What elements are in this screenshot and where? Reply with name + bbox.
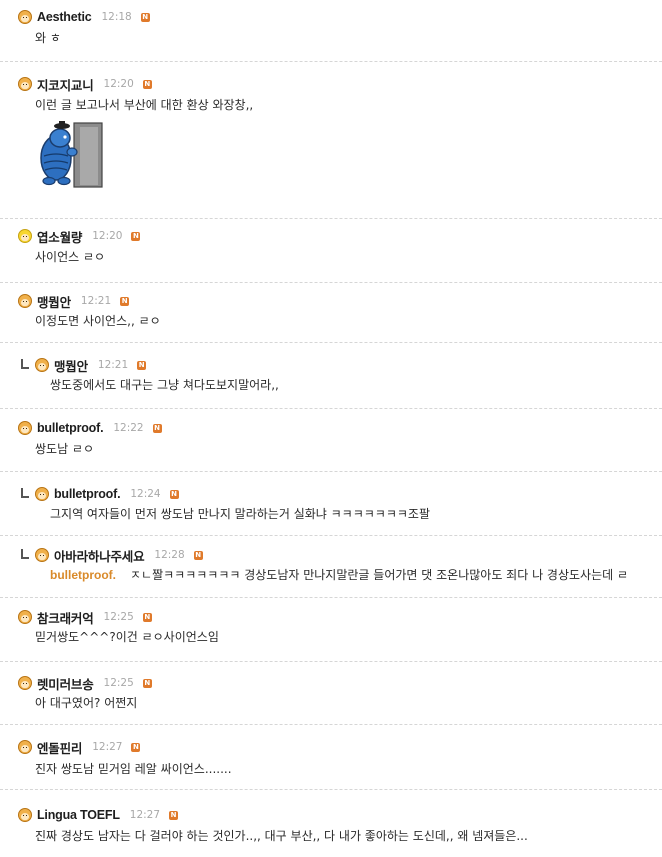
comment-item: 엽소월량 12:20 N 사이언스 ㄹㅇ (0, 219, 662, 283)
comment-nickname[interactable]: Aesthetic (37, 10, 92, 24)
avatar[interactable] (35, 487, 49, 501)
comment-text: ㅈㄴ짤ㅋㅋㅋㅋㅋㅋㅋ 경상도남자 만나지말란글 들어가면 댓 조온나많아도 죄다… (130, 568, 629, 582)
avatar[interactable] (18, 676, 32, 690)
comment-time: 12:24 (130, 488, 161, 500)
new-badge-icon: N (193, 550, 203, 560)
comment-time: 12:25 (103, 611, 134, 623)
comment-time: 12:28 (154, 549, 185, 561)
comment-text: 진짜 경상도 남자는 다 걸러야 하는 것인가..,, 대구 부산,, 다 내가… (35, 829, 528, 843)
new-badge-icon: N (142, 79, 152, 89)
avatar[interactable] (18, 740, 32, 754)
comment-nickname[interactable]: 참크래커억 (37, 608, 94, 627)
comment-item: 맹뭡안 12:21 N 이정도면 사이언스,, ㄹㅇ (0, 283, 662, 343)
avatar[interactable] (18, 421, 32, 435)
avatar[interactable] (18, 294, 32, 308)
avatar[interactable] (18, 610, 32, 624)
comment-nickname[interactable]: 아바라하나주세요 (54, 546, 145, 565)
comment-nickname[interactable]: Lingua TOEFL (37, 808, 120, 822)
avatar[interactable] (35, 358, 49, 372)
comment-text: 이정도면 사이언스,, ㄹㅇ (35, 314, 161, 328)
comment-time: 12:27 (129, 809, 161, 821)
comment-text: 그지역 여자들이 먼저 쌍도남 만나지 말라하는거 실화냐 ㅋㅋㅋㅋㅋㅋㅋ조팔 (50, 507, 430, 521)
comment-time: 12:20 (92, 230, 123, 242)
comment-item: 엔돌핀리 12:27 N 진자 쌍도남 믿거임 레알 싸이언스....... (0, 725, 662, 790)
reply-item: bulletproof. 12:24 N 그지역 여자들이 먼저 쌍도남 만나지… (0, 472, 662, 536)
new-badge-icon: N (131, 231, 141, 241)
comment-item: 지코지교니 12:20 N 이런 글 보고나서 부산에 대한 환상 와장창,, (0, 62, 662, 219)
comment-nickname[interactable]: 맹뭡안 (37, 292, 71, 311)
comment-nickname[interactable]: 맹뭡안 (54, 356, 88, 375)
comment-text: 진자 쌍도남 믿거임 레알 싸이언스....... (35, 762, 232, 776)
comment-time: 12:20 (103, 78, 134, 90)
comment-item: bulletproof. 12:22 N 쌍도남 ㄹㅇ (0, 409, 662, 472)
avatar[interactable] (18, 10, 32, 24)
comment-nickname[interactable]: bulletproof. (54, 487, 121, 501)
new-badge-icon: N (169, 489, 179, 499)
avatar[interactable] (35, 548, 49, 562)
comment-text: 쌍도중에서도 대구는 그냥 쳐다도보지말어라,, (50, 378, 279, 392)
comment-text: 이런 글 보고나서 부산에 대한 환상 와장창,, (35, 98, 254, 112)
reply-arrow-icon (21, 359, 29, 369)
new-badge-icon: N (142, 678, 152, 688)
comment-nickname[interactable]: 엽소월량 (37, 227, 82, 246)
reply-item: 아바라하나주세요 12:28 N bulletproof. ㅈㄴ짤ㅋㅋㅋㅋㅋㅋㅋ … (0, 536, 662, 598)
new-badge-icon: N (169, 810, 179, 820)
comment-text: 아 대구였어? 어쩐지 (35, 696, 138, 710)
comment-time: 12:18 (101, 11, 132, 23)
comment-item: 참크래커억 12:25 N 믿거쌍도^^^?이건 ㄹㅇ사이언스임 (0, 598, 662, 662)
comment-time: 12:21 (80, 295, 112, 307)
avatar[interactable] (18, 77, 32, 91)
comment-item: Lingua TOEFL 12:27 N 진짜 경상도 남자는 다 걸러야 하는… (0, 790, 662, 857)
reply-arrow-icon (21, 549, 29, 559)
reply-item: 맹뭡안 12:21 N 쌍도중에서도 대구는 그냥 쳐다도보지말어라,, (0, 343, 662, 409)
comment-text: 사이언스 ㄹㅇ (35, 250, 106, 264)
comment-item: Aesthetic 12:18 N 와 ㅎ (0, 0, 662, 62)
comment-item: 렛미러브송 12:25 N 아 대구였어? 어쩐지 (0, 662, 662, 725)
comment-nickname[interactable]: bulletproof. (37, 421, 104, 435)
sticker-image (40, 121, 103, 188)
comment-time: 12:21 (97, 359, 129, 371)
new-badge-icon: N (140, 12, 150, 22)
new-badge-icon: N (120, 296, 130, 306)
comment-nickname[interactable]: 지코지교니 (37, 75, 94, 94)
comment-text: 쌍도남 ㄹㅇ (35, 442, 95, 456)
comment-time: 12:27 (92, 741, 123, 753)
reply-arrow-icon (21, 488, 29, 498)
comment-text: 와 ㅎ (35, 31, 61, 45)
new-badge-icon: N (131, 742, 141, 752)
avatar[interactable] (18, 229, 32, 243)
comment-nickname[interactable]: 엔돌핀리 (37, 738, 82, 757)
mention-link[interactable]: bulletproof. (50, 568, 116, 582)
new-badge-icon: N (152, 423, 162, 433)
new-badge-icon: N (137, 360, 147, 370)
new-badge-icon: N (142, 612, 152, 622)
avatar[interactable] (18, 808, 32, 822)
comment-time: 12:22 (113, 422, 144, 434)
comment-nickname[interactable]: 렛미러브송 (37, 674, 94, 693)
comment-time: 12:25 (103, 677, 134, 689)
comment-text: 믿거쌍도^^^?이건 ㄹㅇ사이언스임 (35, 630, 219, 644)
